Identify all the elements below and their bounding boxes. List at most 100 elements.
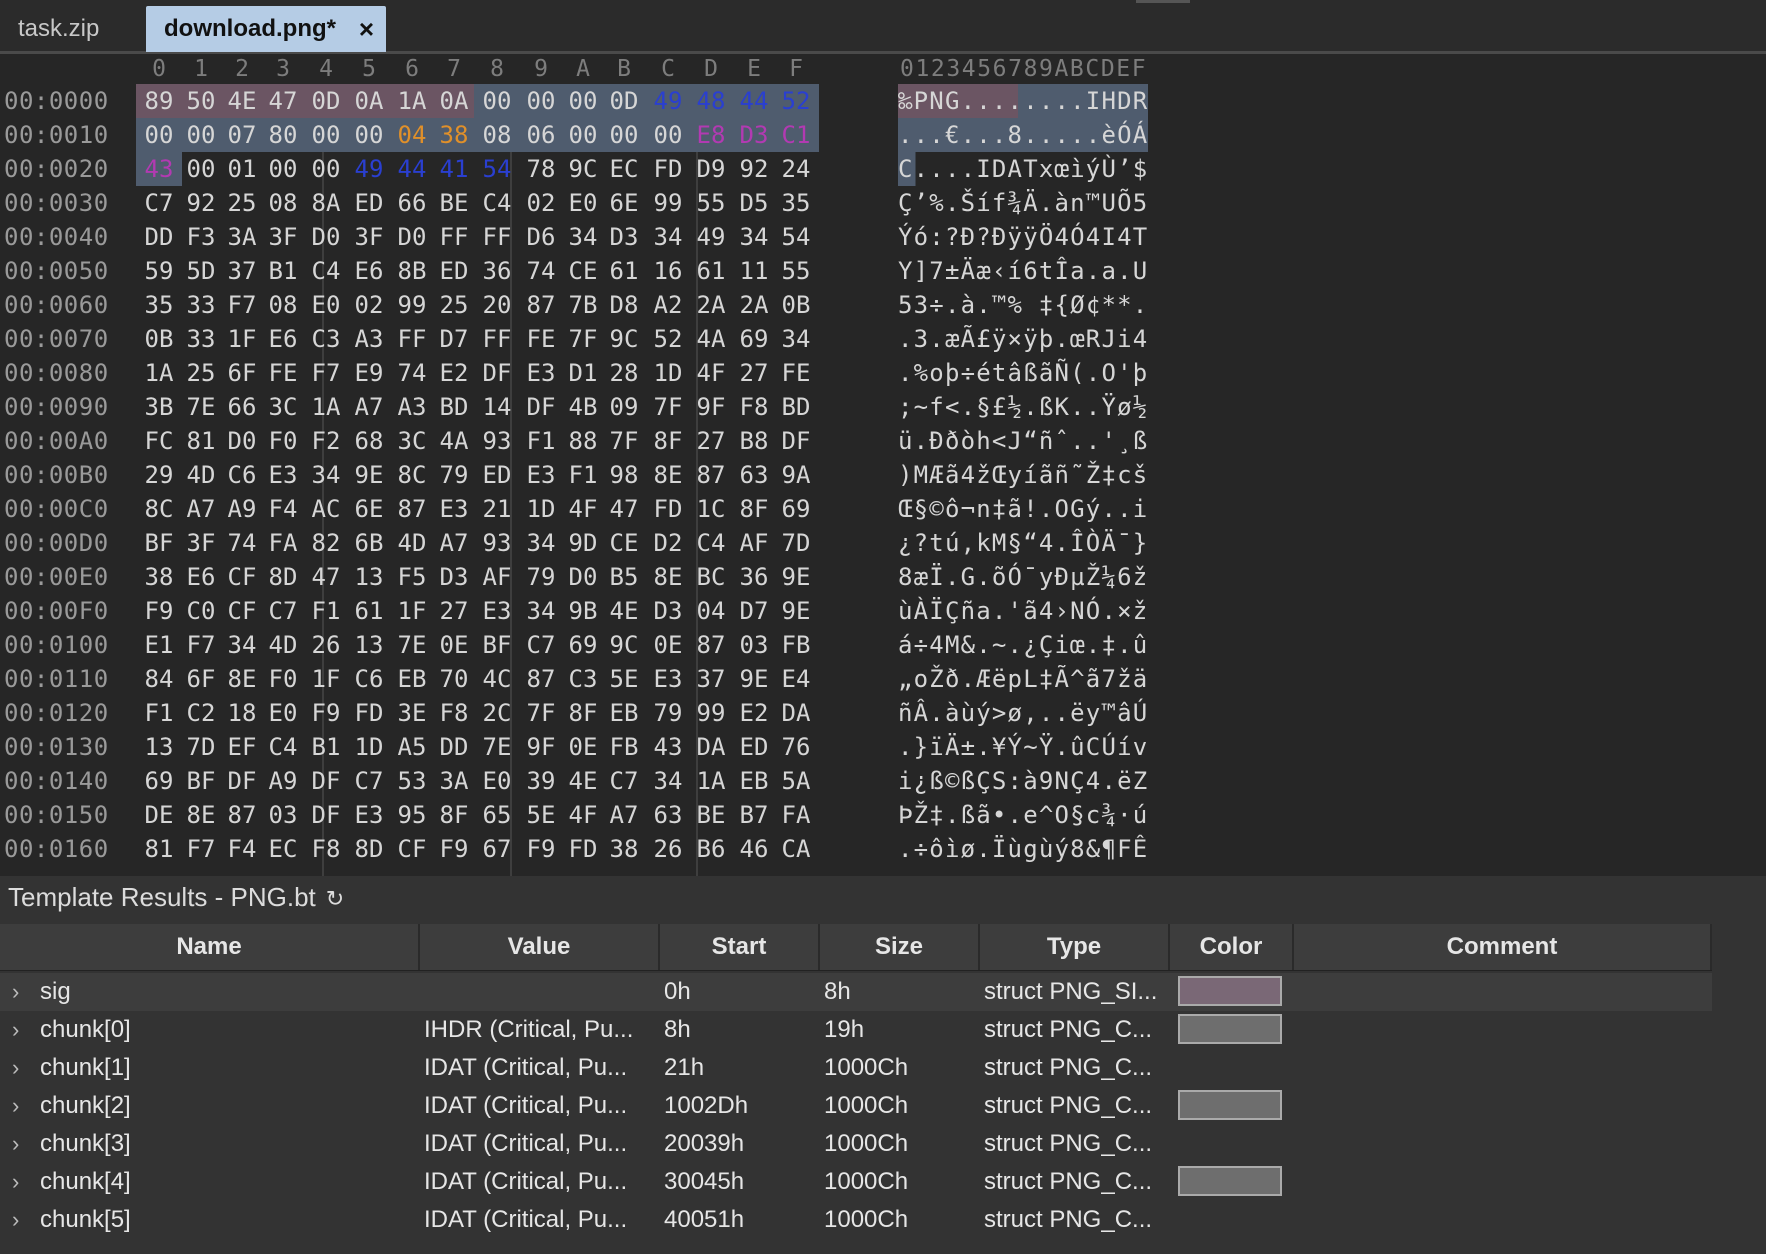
chevron-right-icon[interactable]: › xyxy=(12,1087,19,1125)
hex-byte[interactable]: C7 xyxy=(601,764,647,798)
column-header-comment[interactable]: Comment xyxy=(1294,924,1712,970)
hex-byte[interactable]: 01 xyxy=(219,152,265,186)
hex-byte[interactable]: 44 xyxy=(731,84,777,118)
hex-byte[interactable]: DD xyxy=(431,730,477,764)
hex-byte[interactable]: 49 xyxy=(688,220,734,254)
hex-byte[interactable]: E0 xyxy=(560,186,606,220)
hex-byte[interactable]: 69 xyxy=(560,628,606,662)
hex-byte[interactable]: D0 xyxy=(219,424,265,458)
hex-byte[interactable]: A7 xyxy=(431,526,477,560)
hex-byte[interactable]: C6 xyxy=(346,662,392,696)
hex-byte[interactable]: AF xyxy=(731,526,777,560)
hex-byte[interactable]: F0 xyxy=(260,662,306,696)
hex-byte[interactable]: 3C xyxy=(260,390,306,424)
ascii-row[interactable]: ñÂ.àùý>ø,..ëy™âÚ xyxy=(898,696,1148,730)
hex-byte[interactable]: EB xyxy=(389,662,435,696)
hex-byte[interactable]: 61 xyxy=(601,254,647,288)
ascii-row[interactable]: Œ§©ô¬n‡ã!.OGý..i xyxy=(898,492,1148,526)
hex-byte[interactable]: 18 xyxy=(219,696,265,730)
hex-byte[interactable]: 8F xyxy=(431,798,477,832)
hex-byte[interactable]: 1F xyxy=(303,662,349,696)
hex-byte[interactable]: CF xyxy=(219,560,265,594)
hex-byte[interactable]: D9 xyxy=(688,152,734,186)
hex-byte[interactable]: 99 xyxy=(389,288,435,322)
hex-byte[interactable]: 38 xyxy=(601,832,647,866)
hex-byte[interactable]: D3 xyxy=(731,118,777,152)
hex-byte[interactable]: FD xyxy=(560,832,606,866)
hex-byte[interactable]: 1A xyxy=(688,764,734,798)
hex-byte[interactable]: 34 xyxy=(303,458,349,492)
hex-byte[interactable]: 7F xyxy=(518,696,564,730)
hex-byte[interactable]: D7 xyxy=(731,594,777,628)
hex-byte[interactable]: 3A xyxy=(431,764,477,798)
hex-byte[interactable]: 1D xyxy=(346,730,392,764)
hex-byte[interactable]: 1F xyxy=(219,322,265,356)
hex-byte[interactable]: F7 xyxy=(178,628,224,662)
hex-byte[interactable]: 39 xyxy=(518,764,564,798)
hex-byte[interactable]: C2 xyxy=(178,696,224,730)
hex-byte[interactable]: 54 xyxy=(773,220,819,254)
hex-byte[interactable]: BE xyxy=(688,798,734,832)
hex-byte[interactable]: D7 xyxy=(431,322,477,356)
hex-byte[interactable]: BD xyxy=(431,390,477,424)
hex-byte[interactable]: 00 xyxy=(518,84,564,118)
hex-byte[interactable]: F9 xyxy=(136,594,182,628)
hex-byte[interactable]: E3 xyxy=(645,662,691,696)
template-row[interactable]: › chunk[2] IDAT (Critical, Pu... 1002Dh 1000… xyxy=(0,1087,1712,1125)
hex-byte[interactable]: 09 xyxy=(601,390,647,424)
hex-byte[interactable]: A3 xyxy=(346,322,392,356)
hex-byte[interactable]: E1 xyxy=(136,628,182,662)
ascii-row[interactable]: ‰PNG........IHDR xyxy=(898,84,1149,118)
hex-byte[interactable]: 35 xyxy=(136,288,182,322)
hex-byte[interactable]: 1F xyxy=(389,594,435,628)
hex-byte[interactable]: 4F xyxy=(560,798,606,832)
hex-byte[interactable]: 4F xyxy=(560,492,606,526)
hex-byte[interactable]: F1 xyxy=(560,458,606,492)
hex-byte[interactable]: 7D xyxy=(773,526,819,560)
hex-byte[interactable]: 9E xyxy=(773,560,819,594)
hex-byte[interactable]: 34 xyxy=(518,526,564,560)
template-row[interactable]: › sig 0h 8h struct PNG_SI... xyxy=(0,973,1712,1011)
hex-byte[interactable]: CE xyxy=(601,526,647,560)
hex-byte[interactable]: B1 xyxy=(303,730,349,764)
template-row[interactable]: › chunk[5] IDAT (Critical, Pu... 40051h 1000… xyxy=(0,1201,1712,1239)
hex-byte[interactable]: A7 xyxy=(178,492,224,526)
hex-byte[interactable]: 7E xyxy=(474,730,520,764)
hex-byte[interactable]: E9 xyxy=(346,356,392,390)
hex-byte[interactable]: 61 xyxy=(346,594,392,628)
hex-byte[interactable]: 00 xyxy=(303,152,349,186)
hex-byte[interactable]: 00 xyxy=(474,84,520,118)
hex-byte[interactable]: 8E xyxy=(219,662,265,696)
chevron-right-icon[interactable]: › xyxy=(12,1163,19,1201)
hex-byte[interactable]: D8 xyxy=(601,288,647,322)
hex-byte[interactable]: A2 xyxy=(645,288,691,322)
hex-byte[interactable]: D3 xyxy=(645,594,691,628)
hex-byte[interactable]: 87 xyxy=(688,628,734,662)
hex-byte[interactable]: DD xyxy=(136,220,182,254)
hex-byte[interactable]: 79 xyxy=(518,560,564,594)
hex-byte[interactable]: 6F xyxy=(178,662,224,696)
hex-byte[interactable]: A9 xyxy=(260,764,306,798)
hex-byte[interactable]: 0E xyxy=(560,730,606,764)
hex-byte[interactable]: 8F xyxy=(645,424,691,458)
hex-byte[interactable]: E2 xyxy=(431,356,477,390)
hex-byte[interactable]: D0 xyxy=(560,560,606,594)
hex-byte[interactable]: 9B xyxy=(560,594,606,628)
hex-byte[interactable]: 81 xyxy=(178,424,224,458)
hex-byte[interactable]: 9E xyxy=(346,458,392,492)
hex-byte[interactable]: 0B xyxy=(136,322,182,356)
ascii-row[interactable]: .÷ôìø.Ïùgùý8&¶FÊ xyxy=(898,832,1148,866)
hex-byte[interactable]: 8E xyxy=(645,458,691,492)
hex-byte[interactable]: 3C xyxy=(389,424,435,458)
hex-byte[interactable]: F9 xyxy=(431,832,477,866)
hex-byte[interactable]: FF xyxy=(389,322,435,356)
hex-byte[interactable]: ED xyxy=(431,254,477,288)
hex-byte[interactable]: 74 xyxy=(389,356,435,390)
chevron-right-icon[interactable]: › xyxy=(12,1201,19,1239)
hex-byte[interactable]: 4D xyxy=(389,526,435,560)
hex-byte[interactable]: 4E xyxy=(219,84,265,118)
hex-byte[interactable]: 63 xyxy=(645,798,691,832)
hex-byte[interactable]: 9C xyxy=(601,628,647,662)
hex-byte[interactable]: 63 xyxy=(731,458,777,492)
hex-byte[interactable]: 59 xyxy=(136,254,182,288)
